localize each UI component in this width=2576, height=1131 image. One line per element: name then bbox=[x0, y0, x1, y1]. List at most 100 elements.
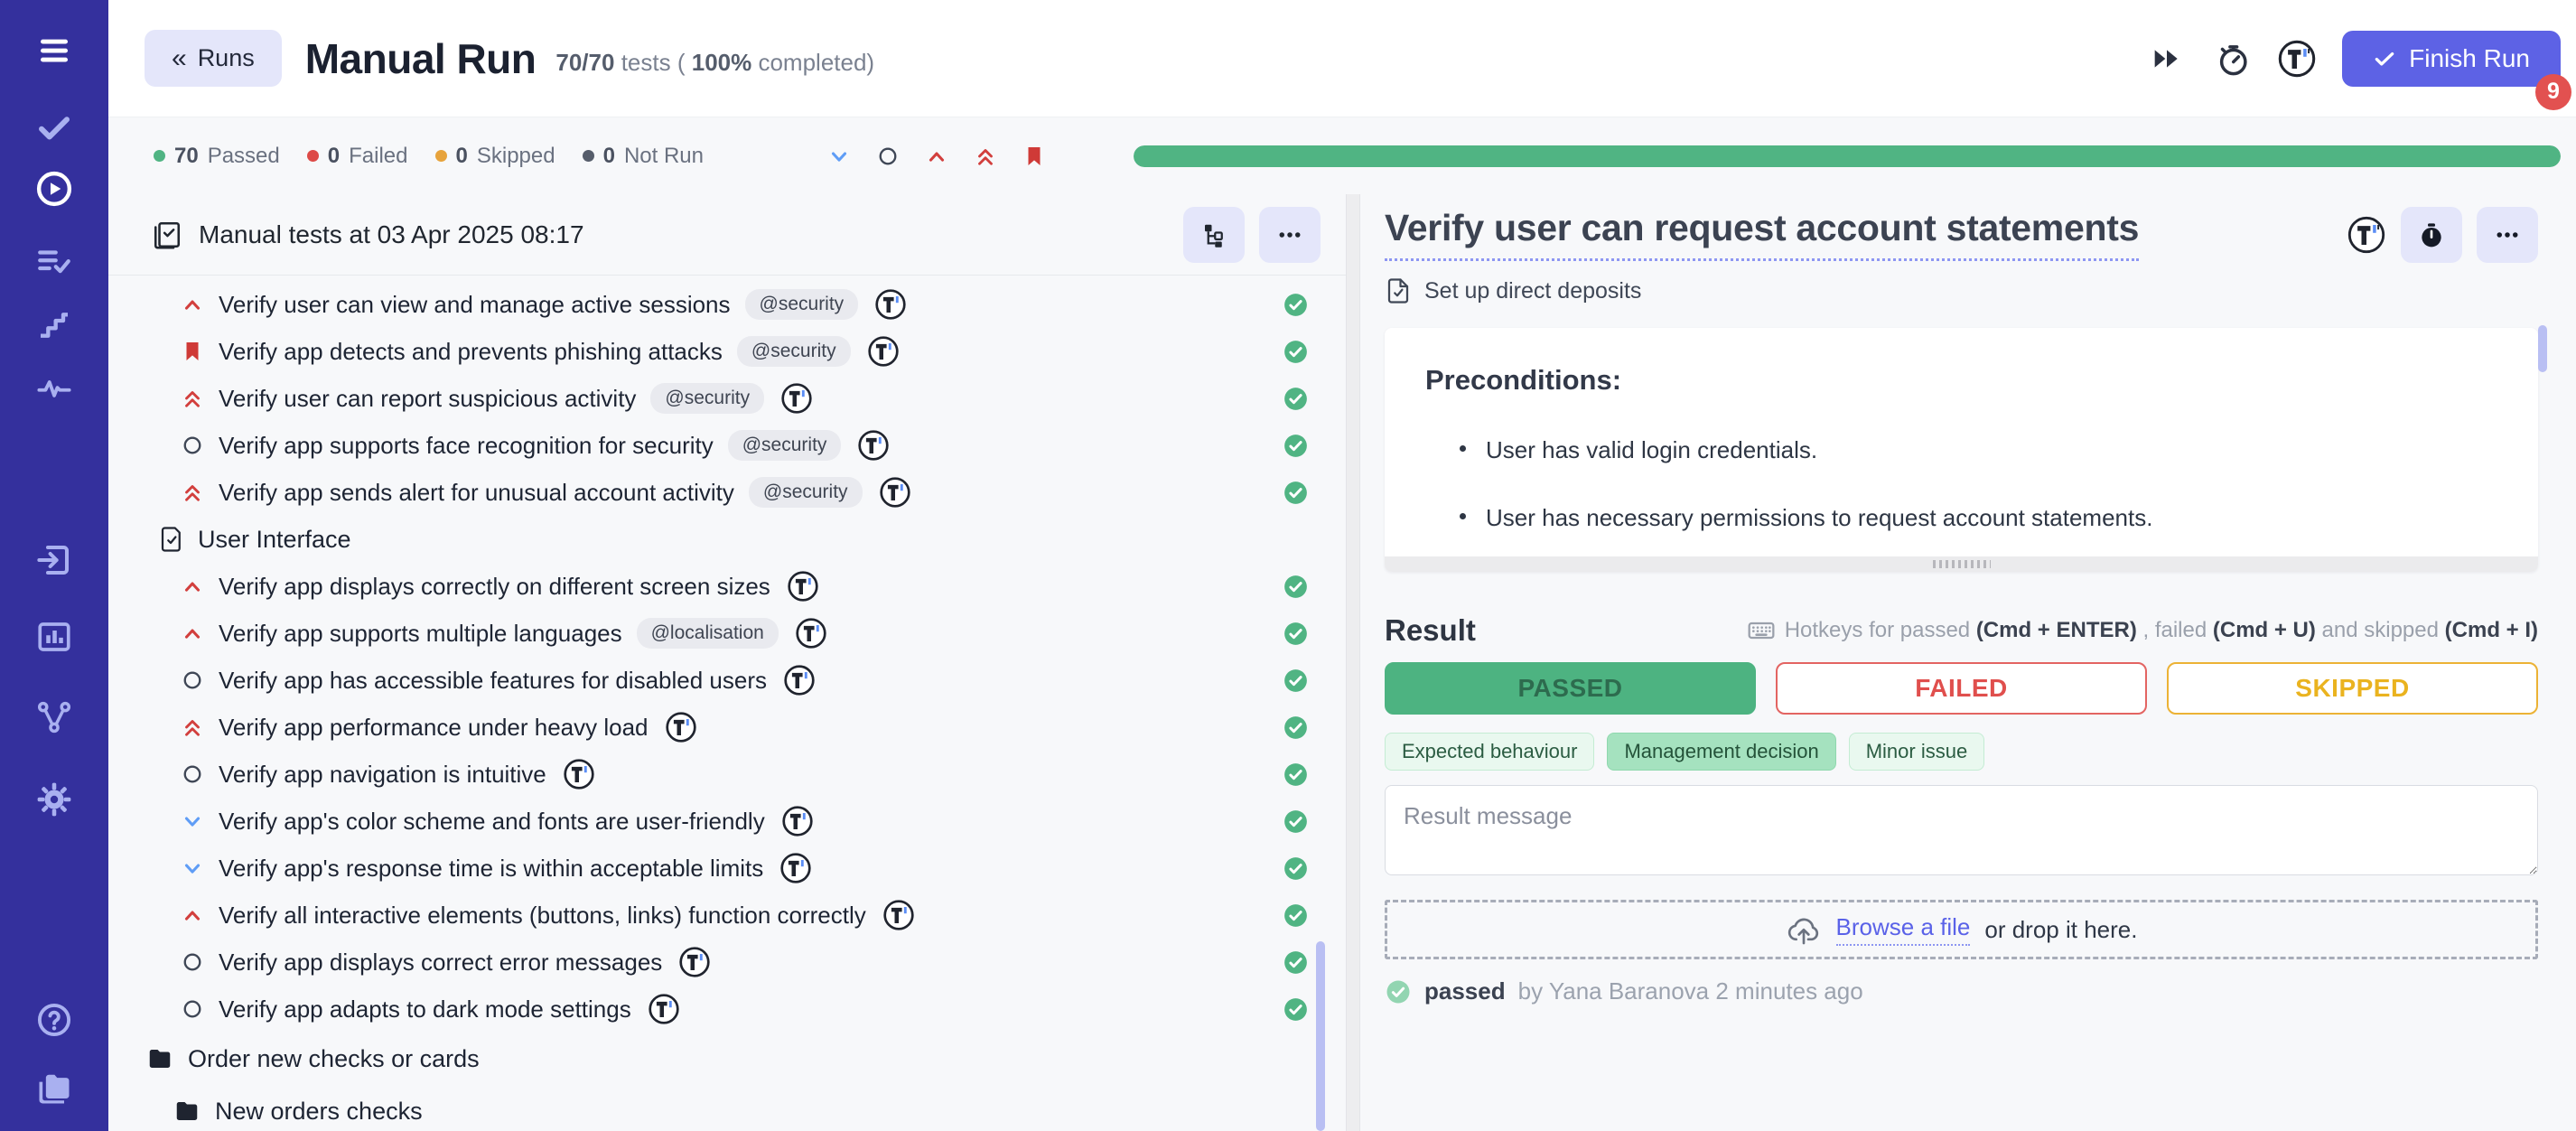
file-dropzone[interactable]: Browse a file or drop it here. bbox=[1385, 900, 2538, 959]
document-check-icon bbox=[1385, 277, 1412, 304]
automated-test-icon[interactable] bbox=[874, 288, 907, 321]
preconditions-card: Preconditions: User has valid login cred… bbox=[1385, 328, 2538, 572]
import-icon[interactable] bbox=[34, 540, 74, 580]
chevron-up-red-icon[interactable] bbox=[923, 143, 950, 170]
chevron-down-blue-icon[interactable] bbox=[826, 143, 853, 170]
status-passed-icon bbox=[1283, 809, 1308, 834]
test-case-title[interactable]: Verify user can request account statemen… bbox=[1385, 207, 2139, 261]
passed-button[interactable]: PASSED bbox=[1385, 662, 1756, 715]
failed-button[interactable]: FAILED bbox=[1776, 662, 2147, 715]
test-row[interactable]: Verify user can report suspicious activi… bbox=[108, 375, 1346, 422]
quick-tag[interactable]: Minor issue bbox=[1849, 733, 1984, 771]
automated-test-icon[interactable] bbox=[882, 899, 915, 931]
stopwatch-icon[interactable] bbox=[2212, 39, 2252, 79]
top-bar: « Runs Manual Run 70/70 tests ( 100% com… bbox=[108, 0, 2576, 117]
browse-file-link[interactable]: Browse a file bbox=[1836, 913, 1971, 946]
check-icon[interactable] bbox=[34, 107, 74, 147]
result-history-entry: passed by Yana Baranova 2 minutes ago bbox=[1385, 977, 2538, 1005]
test-row[interactable]: Verify app navigation is intuitive bbox=[108, 751, 1346, 798]
testomat-logo-icon[interactable] bbox=[2347, 215, 2386, 255]
automated-test-icon[interactable] bbox=[563, 758, 595, 790]
quick-tag[interactable]: Management decision bbox=[1607, 733, 1835, 771]
more-options-button[interactable] bbox=[1259, 207, 1321, 263]
run-source-title: Manual tests at 03 Apr 2025 08:17 bbox=[152, 220, 584, 250]
list-check-icon[interactable] bbox=[34, 242, 74, 282]
test-row[interactable]: Verify app detects and prevents phishing… bbox=[108, 328, 1346, 375]
precondition-item: User has necessary permissions to reques… bbox=[1425, 504, 2493, 532]
automated-test-icon[interactable] bbox=[787, 570, 819, 603]
status-dot-icon bbox=[154, 150, 165, 162]
test-row[interactable]: Verify app's response time is within acc… bbox=[108, 845, 1346, 892]
automated-test-icon[interactable] bbox=[678, 946, 711, 978]
test-title: Verify user can view and manage active s… bbox=[219, 291, 731, 319]
automated-test-icon[interactable] bbox=[857, 429, 890, 462]
folder-row[interactable]: Order new checks or cards bbox=[108, 1033, 1346, 1085]
timer-button[interactable] bbox=[2401, 207, 2462, 263]
automated-test-icon[interactable] bbox=[779, 852, 812, 884]
automated-test-icon[interactable] bbox=[781, 805, 814, 837]
milestones-icon[interactable] bbox=[34, 697, 74, 737]
tag-badge: @security bbox=[737, 336, 851, 367]
automated-test-icon[interactable] bbox=[665, 711, 697, 743]
automated-test-icon[interactable] bbox=[867, 335, 900, 368]
play-circle-icon[interactable] bbox=[34, 169, 74, 209]
checklist-icon bbox=[152, 220, 182, 250]
test-row[interactable]: Verify app displays correctly on differe… bbox=[108, 563, 1346, 610]
test-row[interactable]: Verify all interactive elements (buttons… bbox=[108, 892, 1346, 939]
test-row[interactable]: Verify app adapts to dark mode settings bbox=[108, 986, 1346, 1033]
run-title: Manual Run bbox=[305, 34, 537, 83]
steps-icon[interactable] bbox=[34, 305, 74, 345]
folder-row[interactable]: New orders checks bbox=[108, 1085, 1346, 1131]
test-row[interactable]: Verify user can view and manage active s… bbox=[108, 281, 1346, 328]
test-row[interactable]: Verify app displays correct error messag… bbox=[108, 939, 1346, 986]
back-to-runs-button[interactable]: « Runs bbox=[145, 30, 282, 87]
parent-suite-label: Set up direct deposits bbox=[1424, 278, 1641, 304]
circle-icon[interactable] bbox=[874, 143, 901, 170]
suite-row[interactable]: User Interface bbox=[108, 516, 1346, 563]
notification-badge[interactable]: 9 bbox=[2535, 74, 2571, 110]
parent-suite[interactable]: Set up direct deposits bbox=[1385, 277, 2538, 304]
test-row[interactable]: Verify app has accessible features for d… bbox=[108, 657, 1346, 704]
folder-title: Order new checks or cards bbox=[188, 1045, 480, 1073]
automated-test-icon[interactable] bbox=[648, 993, 680, 1025]
testomat-logo-icon[interactable] bbox=[2277, 39, 2317, 79]
keyboard-icon bbox=[1747, 616, 1776, 645]
more-options-button[interactable] bbox=[2477, 207, 2538, 263]
menu-icon[interactable] bbox=[34, 31, 74, 70]
bookmark-red-icon[interactable] bbox=[1021, 143, 1048, 170]
automated-test-icon[interactable] bbox=[879, 476, 911, 509]
fast-forward-icon[interactable] bbox=[2147, 39, 2187, 79]
preconditions-list: User has valid login credentials.User ha… bbox=[1425, 436, 2493, 532]
group-by-tree-button[interactable] bbox=[1183, 207, 1245, 263]
help-icon[interactable] bbox=[34, 1000, 74, 1040]
finish-run-button[interactable]: Finish Run 9 bbox=[2342, 31, 2561, 87]
automated-test-icon[interactable] bbox=[780, 382, 813, 415]
result-message-input[interactable] bbox=[1385, 785, 2538, 875]
left-scrollbar[interactable] bbox=[1316, 941, 1325, 1131]
runs-label: Runs bbox=[198, 44, 255, 72]
test-row[interactable]: Verify app supports multiple languages@l… bbox=[108, 610, 1346, 657]
test-row[interactable]: Verify app sends alert for unusual accou… bbox=[108, 469, 1346, 516]
sidebar bbox=[0, 0, 108, 1131]
stat-not-run: 0Not Run bbox=[583, 144, 704, 169]
test-list: Verify user can view and manage active s… bbox=[108, 276, 1346, 1131]
double-chevron-up-red-icon[interactable] bbox=[972, 143, 999, 170]
test-row[interactable]: Verify app performance under heavy load bbox=[108, 704, 1346, 751]
priority-chevron-up-icon bbox=[179, 902, 206, 929]
skipped-button[interactable]: SKIPPED bbox=[2167, 662, 2538, 715]
automated-test-icon[interactable] bbox=[795, 617, 827, 650]
projects-icon[interactable] bbox=[34, 1069, 74, 1108]
gear-icon[interactable] bbox=[34, 780, 74, 819]
panel-splitter[interactable] bbox=[1346, 194, 1360, 1131]
card-resize-handle[interactable] bbox=[1385, 556, 2538, 572]
priority-circle-icon bbox=[179, 432, 206, 459]
automated-test-icon[interactable] bbox=[783, 664, 816, 696]
test-title: Verify app navigation is intuitive bbox=[219, 761, 546, 789]
test-row[interactable]: Verify app's color scheme and fonts are … bbox=[108, 798, 1346, 845]
test-row[interactable]: Verify app supports face recognition for… bbox=[108, 422, 1346, 469]
progress-bar-fill bbox=[1134, 145, 2561, 167]
analytics-icon[interactable] bbox=[34, 617, 74, 657]
pulse-icon[interactable] bbox=[34, 369, 74, 408]
quick-tag[interactable]: Expected behaviour bbox=[1385, 733, 1594, 771]
card-scrollbar[interactable] bbox=[2538, 325, 2547, 372]
